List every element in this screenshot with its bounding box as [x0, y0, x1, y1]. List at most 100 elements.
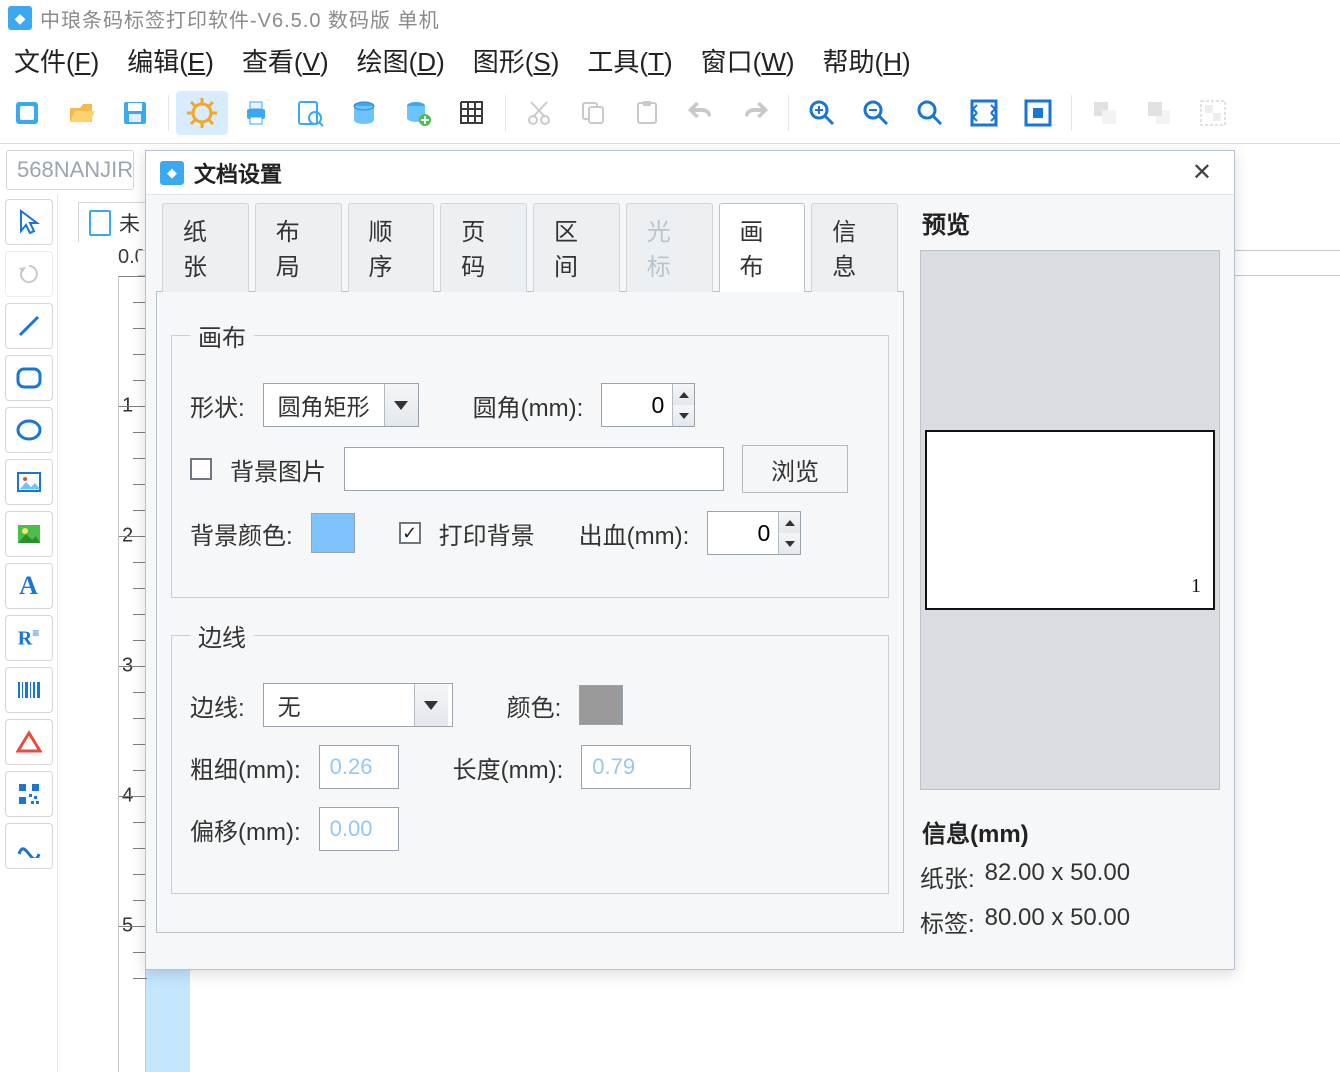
menu-window-key: W [761, 47, 786, 77]
ellipse-tool[interactable] [5, 407, 53, 453]
bgimg-path-input[interactable] [344, 447, 724, 491]
tab-cursor[interactable]: 光标 [626, 203, 713, 292]
select-tool[interactable] [5, 199, 53, 245]
copy-button[interactable] [567, 91, 619, 135]
menu-view[interactable]: 查看(V) [242, 42, 329, 79]
toolbar-separator [505, 95, 506, 131]
send-back-button[interactable] [1133, 91, 1185, 135]
zoom-out-button[interactable] [850, 91, 902, 135]
picture-tool[interactable] [5, 511, 53, 557]
address-text: 568NANJIR [17, 157, 133, 183]
database-add-button[interactable] [392, 91, 444, 135]
shape-combo[interactable]: 圆角矩形 [263, 383, 419, 427]
menu-file-pre: 文件( [14, 47, 75, 77]
address-field[interactable]: 568NANJIR [6, 150, 134, 190]
tab-layout[interactable]: 布局 [255, 203, 342, 292]
qrcode-tool[interactable] [5, 771, 53, 817]
border-group: 边线 边线: 无 颜色: 粗细(mm): [171, 618, 889, 894]
new-button[interactable] [1, 91, 53, 135]
zoom-reset-button[interactable] [904, 91, 956, 135]
redo-button[interactable] [729, 91, 781, 135]
fit-page-button[interactable] [1012, 91, 1064, 135]
border-combo[interactable]: 无 [263, 683, 453, 727]
titlebar: ◆ 中琅条码标签打印软件-V6.5.0 数码版 单机 [0, 0, 1340, 36]
menu-view-post: ) [320, 47, 329, 77]
menu-draw[interactable]: 绘图(D) [357, 42, 445, 79]
image-tool[interactable] [5, 459, 53, 505]
canvas-legend: 画布 [190, 318, 254, 353]
menu-help[interactable]: 帮助(H) [823, 42, 911, 79]
menu-shape[interactable]: 图形(S) [473, 42, 560, 79]
corner-label: 圆角(mm): [473, 388, 584, 423]
printbg-checkbox[interactable] [399, 522, 421, 544]
menu-view-key: V [303, 47, 320, 77]
spin-up[interactable] [673, 384, 694, 405]
document-settings-dialog: ◆ 文档设置 ✕ 纸张 布局 顺序 页码 区间 光标 画布 信息 画布 形状: [145, 150, 1235, 970]
spin-down[interactable] [779, 533, 800, 554]
barcode-tool[interactable] [5, 667, 53, 713]
save-button[interactable] [109, 91, 161, 135]
shape-label: 形状: [190, 388, 245, 423]
preview-box: 1 [920, 250, 1220, 790]
border-color-swatch[interactable] [579, 685, 623, 725]
menubar: 文件(F) 编辑(E) 查看(V) 绘图(D) 图形(S) 工具(T) 窗口(W… [0, 36, 1340, 89]
shape-value: 圆角矩形 [264, 388, 384, 422]
menu-tool-post: ) [664, 47, 673, 77]
tab-paper[interactable]: 纸张 [162, 203, 249, 292]
offset-input[interactable] [319, 807, 399, 851]
browse-button[interactable]: 浏览 [742, 445, 848, 493]
menu-tool[interactable]: 工具(T) [587, 42, 672, 79]
zoom-in-button[interactable] [796, 91, 848, 135]
open-button[interactable] [55, 91, 107, 135]
corner-spinner[interactable] [601, 383, 695, 427]
thick-input[interactable] [319, 745, 399, 789]
menu-help-pre: 帮助( [823, 47, 884, 77]
line-tool[interactable] [5, 303, 53, 349]
dialog-title: 文档设置 [194, 157, 282, 189]
richtext-tool[interactable]: R≡ [5, 615, 53, 661]
text-tool[interactable]: A [5, 563, 53, 609]
database-button[interactable] [338, 91, 390, 135]
bgcolor-swatch[interactable] [311, 513, 355, 553]
cut-button[interactable] [513, 91, 565, 135]
tab-info[interactable]: 信息 [811, 203, 898, 292]
spin-up[interactable] [779, 512, 800, 533]
toolbar-separator [1071, 95, 1072, 131]
close-button[interactable]: ✕ [1184, 154, 1220, 191]
bgimg-checkbox[interactable] [190, 458, 212, 480]
bleed-input[interactable] [708, 512, 778, 554]
menu-window-pre: 窗口( [701, 47, 762, 77]
tab-range[interactable]: 区间 [533, 203, 620, 292]
toolbar-separator [788, 95, 789, 131]
grid-button[interactable] [446, 91, 498, 135]
print-preview-button[interactable] [284, 91, 336, 135]
undo-button[interactable] [675, 91, 727, 135]
print-button[interactable] [230, 91, 282, 135]
bring-front-button[interactable] [1079, 91, 1131, 135]
tab-order[interactable]: 顺序 [348, 203, 435, 292]
curve-tool[interactable] [5, 823, 53, 869]
settings-button[interactable] [176, 91, 228, 135]
menu-edit[interactable]: 编辑(E) [127, 42, 214, 79]
menu-file[interactable]: 文件(F) [14, 42, 99, 79]
roundrect-tool[interactable] [5, 355, 53, 401]
spinner-buttons [672, 384, 694, 426]
bleed-label: 出血(mm): [579, 516, 690, 551]
length-label: 长度(mm): [453, 750, 564, 785]
chevron-down-icon [384, 384, 418, 426]
menu-window[interactable]: 窗口(W) [701, 42, 795, 79]
fit-width-button[interactable] [958, 91, 1010, 135]
document-tab[interactable]: 未 [78, 202, 151, 242]
corner-input[interactable] [602, 384, 672, 426]
canvas-panel: 画布 形状: 圆角矩形 圆角(mm): [156, 291, 904, 933]
bleed-spinner[interactable] [707, 511, 801, 555]
paste-button[interactable] [621, 91, 673, 135]
tab-page[interactable]: 页码 [440, 203, 527, 292]
triangle-tool[interactable] [5, 719, 53, 765]
length-input[interactable] [581, 745, 691, 789]
border-label: 边线: [190, 688, 245, 723]
group-button[interactable] [1187, 91, 1239, 135]
spin-down[interactable] [673, 405, 694, 426]
rotate-tool[interactable] [5, 251, 53, 297]
tab-canvas[interactable]: 画布 [719, 203, 806, 292]
